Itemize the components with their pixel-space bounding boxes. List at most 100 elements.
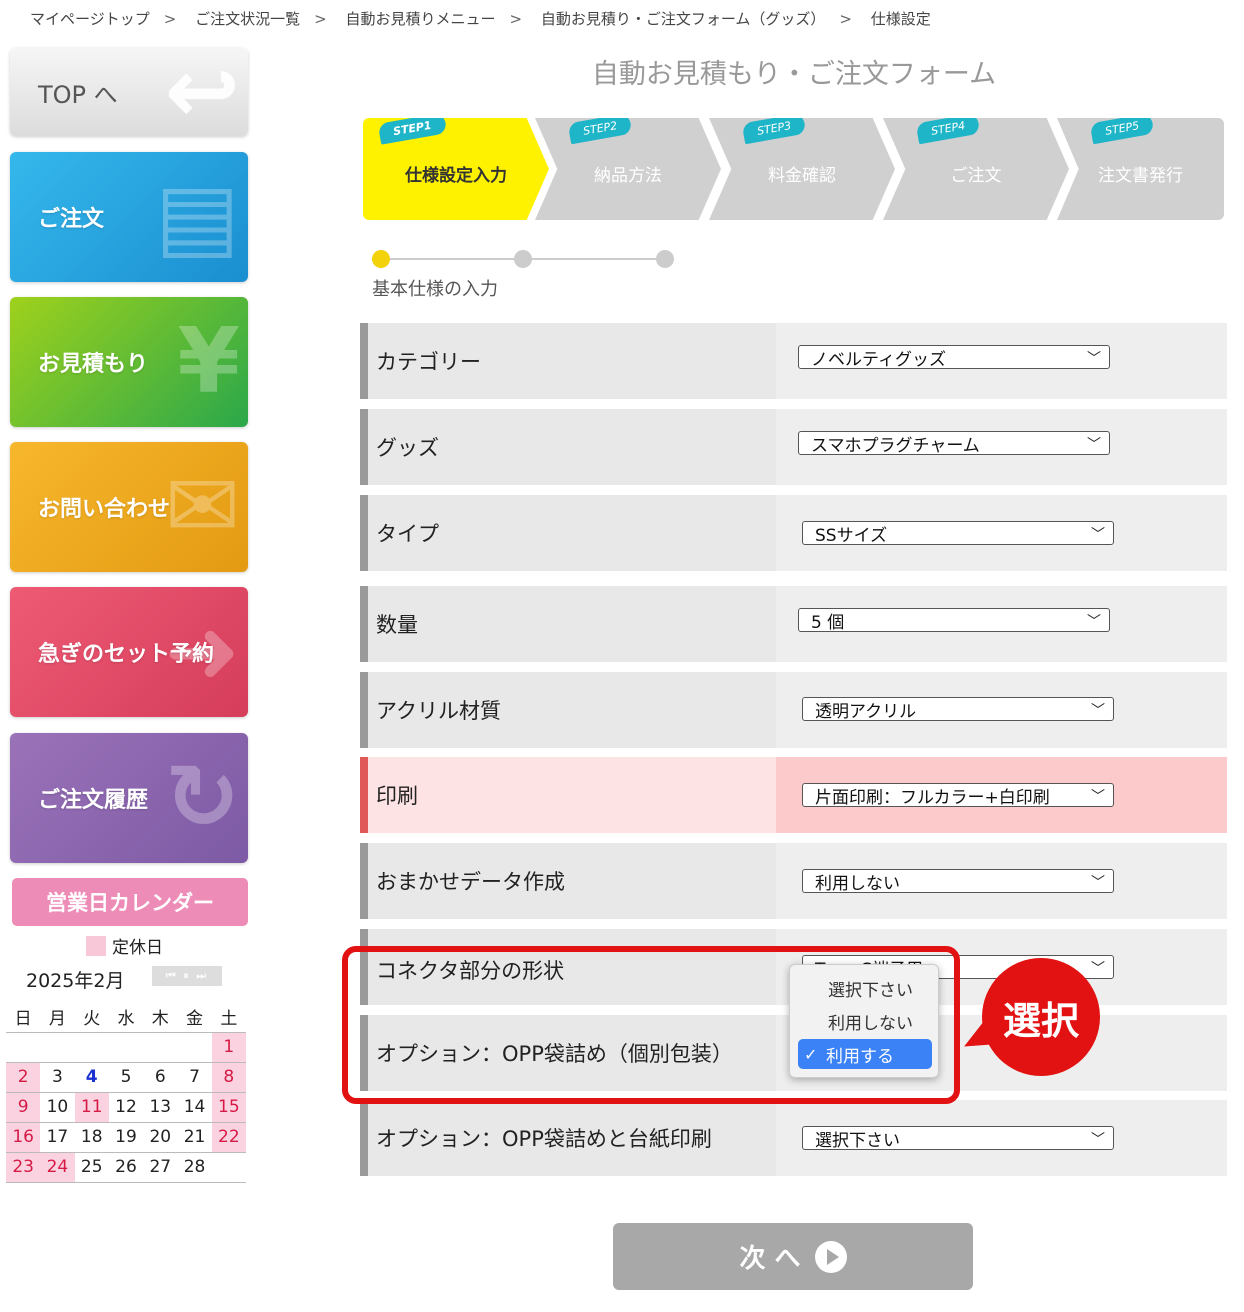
goods-value: スマホプラグチャーム: [811, 435, 980, 456]
progress-dot: [514, 250, 532, 268]
return-arrow-icon: ↩: [164, 48, 240, 136]
breadcrumb-order-form[interactable]: 自動お見積り・ご注文フォーム（グッズ）: [541, 10, 826, 28]
calendar-day: 14: [177, 1092, 212, 1123]
calendar-weekday: 木: [143, 1002, 178, 1033]
calendar-month: 2025年2月: [26, 970, 125, 992]
highlight-box: [342, 946, 960, 1104]
calendar-empty-cell: [211, 1152, 246, 1183]
quantity-value: 5 個: [811, 612, 845, 633]
calendar-weekday: 月: [40, 1002, 75, 1033]
type-select[interactable]: SSサイズ ﹀: [802, 521, 1114, 546]
quantity-field: 5 個 ﹀: [776, 586, 1227, 662]
sub-progress: [372, 250, 674, 268]
calendar-week: 1: [6, 1032, 246, 1063]
step-4: STEP4 ご注文: [883, 118, 1069, 220]
opp-print-select[interactable]: 選択下さい ﹀: [802, 1126, 1114, 1151]
form-row-print: 印刷 片面印刷：フルカラー+白印刷 ﹀: [360, 757, 1227, 833]
calendar-day: 4: [74, 1062, 109, 1093]
contact-button-label: お問い合わせ: [38, 497, 171, 522]
data-creation-label: おまかせデータ作成: [376, 870, 565, 894]
order-button[interactable]: ご注文 ▤: [10, 152, 248, 282]
chevron-down-icon: ﹀: [1091, 961, 1105, 977]
quantity-select[interactable]: 5 個 ﹀: [798, 608, 1110, 633]
calendar-table: 日月火水木金土 1 2 3 4 5 6 7 8 9 10 11 12 13 14 15 16 17 18 19 20 21…: [6, 1002, 246, 1183]
breadcrumb-separator: >: [839, 10, 852, 28]
calendar-day: 11: [74, 1092, 109, 1123]
goods-select[interactable]: スマホプラグチャーム ﹀: [798, 431, 1110, 456]
calendar-day: 5: [108, 1062, 144, 1093]
step-label: 料金確認: [768, 165, 836, 186]
material-label: アクリル材質: [376, 699, 501, 723]
data-creation-select[interactable]: 利用しない ﹀: [802, 869, 1114, 894]
chevron-down-icon: ﹀: [1091, 1132, 1105, 1148]
calendar-empty-cell: [143, 1032, 178, 1063]
calendar-weekday: 水: [108, 1002, 144, 1033]
top-button-label: TOP へ: [38, 80, 118, 109]
print-value: 片面印刷：フルカラー+白印刷: [815, 787, 1050, 808]
order-history-label: ご注文履歴: [38, 788, 149, 813]
form-row-material: アクリル材質 透明アクリル ﹀: [360, 672, 1227, 748]
breadcrumb-separator: >: [314, 10, 327, 28]
print-field: 片面印刷：フルカラー+白印刷 ﹀: [776, 757, 1227, 833]
calendar-day: 26: [108, 1152, 144, 1183]
step-label: 納品方法: [594, 165, 662, 186]
breadcrumb-order-status[interactable]: ご注文状況一覧: [195, 10, 300, 28]
chevron-down-icon: ﹀: [1091, 703, 1105, 719]
type-value: SSサイズ: [815, 525, 888, 546]
estimate-button-label: お見積もり: [38, 352, 149, 377]
breadcrumb-mypage[interactable]: マイページトップ: [30, 10, 150, 28]
next-button-label: 次 へ: [739, 1244, 801, 1274]
chevron-down-icon: ﹀: [1087, 437, 1101, 453]
category-label: カテゴリー: [376, 350, 481, 374]
step-3: STEP3 料金確認: [709, 118, 895, 220]
calendar-week: 23 24 25 26 27 28: [6, 1152, 246, 1183]
calendar-day: 28: [177, 1152, 212, 1183]
breadcrumb: マイページトップ > ご注文状況一覧 > 自動お見積りメニュー > 自動お見積り・ご注…: [30, 8, 931, 29]
calendar-day: 18: [74, 1122, 109, 1153]
type-label: タイプ: [376, 522, 439, 546]
calendar-day: 17: [40, 1122, 75, 1153]
breadcrumb-current: 仕様設定: [870, 10, 931, 28]
order-button-label: ご注文: [38, 207, 105, 232]
material-value: 透明アクリル: [815, 701, 917, 722]
calendar-title[interactable]: 営業日カレンダー: [12, 878, 248, 926]
estimate-button[interactable]: お見積もり ¥: [10, 297, 248, 427]
category-field: ノベルティグッズ ﹀: [776, 323, 1227, 399]
calendar-day: 27: [143, 1152, 178, 1183]
goods-label: グッズ: [376, 436, 439, 460]
category-select[interactable]: ノベルティグッズ ﹀: [798, 345, 1110, 370]
top-button[interactable]: TOP へ ↩: [10, 48, 248, 136]
chevron-down-icon: ﹀: [1091, 527, 1105, 543]
calendar-week: 9 10 11 12 13 14 15: [6, 1092, 246, 1123]
progress-dot: [656, 250, 674, 268]
print-select[interactable]: 片面印刷：フルカラー+白印刷 ﹀: [802, 783, 1114, 808]
step-5: STEP5 注文書発行: [1057, 118, 1224, 220]
goods-field: スマホプラグチャーム ﹀: [776, 409, 1227, 485]
step-badge: STEP1: [377, 118, 447, 145]
material-select[interactable]: 透明アクリル ﹀: [802, 697, 1114, 722]
contact-button[interactable]: お問い合わせ ✉: [10, 442, 248, 572]
calendar-empty-cell: [108, 1032, 144, 1063]
calendar-day: 22: [211, 1122, 246, 1153]
calendar-legend: 定休日: [86, 933, 163, 958]
progress-dot-active: [372, 250, 390, 268]
next-button[interactable]: 次 へ: [613, 1223, 973, 1290]
calendar-day: 1: [211, 1032, 246, 1063]
opp-print-label: オプション：OPP袋詰めと台紙印刷: [376, 1127, 712, 1151]
opp-print-field: 選択下さい ﹀: [776, 1100, 1227, 1176]
calendar-day: 20: [143, 1122, 178, 1153]
calendar-nav-controls[interactable]: ⏮ ⏸ ⏭: [152, 966, 222, 986]
step-label: 仕様設定入力: [405, 165, 507, 186]
step-indicator: STEP1 仕様設定入力 STEP2 納品方法 STEP3 料金確認 STEP4…: [363, 118, 1224, 220]
data-creation-field: 利用しない ﹀: [776, 843, 1227, 919]
step-1: STEP1 仕様設定入力: [363, 118, 549, 220]
calendar-empty-cell: [74, 1032, 109, 1063]
calendar-week: 2345678: [6, 1062, 246, 1093]
calendar-day: 25: [74, 1152, 109, 1183]
urgent-reservation-button[interactable]: 急ぎのセット予約 ➜: [10, 587, 248, 717]
calendar-day: 8: [211, 1062, 246, 1093]
calendar-empty-cell: [40, 1032, 75, 1063]
order-history-button[interactable]: ご注文履歴 ↻: [10, 733, 248, 863]
calendar-legend-label: 定休日: [112, 938, 163, 958]
breadcrumb-estimate-menu[interactable]: 自動お見積りメニュー: [345, 10, 495, 28]
